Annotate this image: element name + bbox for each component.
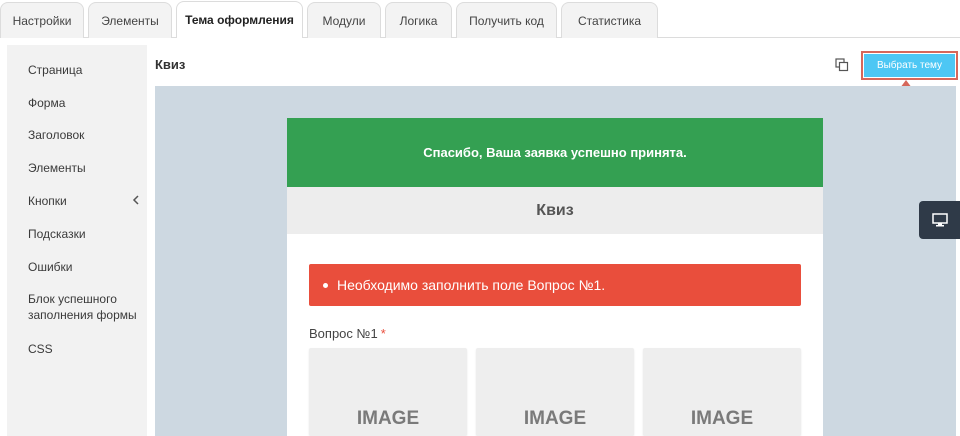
form-header: Квиз — [287, 187, 823, 234]
tab-label: Получить код — [469, 13, 544, 28]
image-option[interactable]: IMAGE — [476, 348, 634, 436]
monitor-icon — [931, 213, 948, 227]
error-alert: Необходимо заполнить поле Вопрос №1. — [309, 264, 801, 306]
question-text: Вопрос №1 — [309, 326, 378, 341]
success-message: Спасибо, Ваша заявка успешно принята. — [423, 145, 687, 160]
tab-label: Тема оформления — [185, 13, 294, 27]
form-preview: Спасибо, Ваша заявка успешно принята. Кв… — [287, 118, 823, 436]
page-title: Квиз — [155, 57, 186, 72]
tab-modules[interactable]: Модули — [307, 2, 381, 38]
tab-label: Логика — [399, 13, 438, 28]
image-option[interactable]: IMAGE — [643, 348, 801, 436]
sidebar-item-form[interactable]: Форма — [28, 95, 65, 111]
tab-elements[interactable]: Элементы — [88, 2, 172, 38]
bullet-icon — [323, 282, 328, 288]
image-placeholder-label: IMAGE — [523, 408, 587, 429]
required-mark: * — [380, 326, 386, 341]
tab-bar: Настройки Элементы Тема оформления Модул… — [0, 0, 960, 38]
sidebar: Страница Форма Заголовок Элементы Кнопки… — [7, 45, 147, 436]
sidebar-item-buttons[interactable]: Кнопки — [28, 193, 67, 209]
tab-logic[interactable]: Логика — [385, 2, 452, 38]
sidebar-item-page[interactable]: Страница — [28, 62, 82, 78]
question-label: Вопрос №1 * — [309, 326, 386, 341]
tab-get-code[interactable]: Получить код — [456, 2, 557, 38]
tab-settings[interactable]: Настройки — [0, 2, 84, 38]
sidebar-item-success-block[interactable]: Блок успешного заполнения формы — [28, 291, 138, 323]
image-placeholder-label: IMAGE — [356, 408, 420, 429]
error-message: Необходимо заполнить поле Вопрос №1. — [337, 277, 606, 293]
choose-theme-button[interactable]: Выбрать тему — [864, 54, 955, 77]
copy-icon[interactable] — [835, 58, 849, 72]
sidebar-item-css[interactable]: CSS — [28, 341, 53, 357]
tab-theme[interactable]: Тема оформления — [176, 1, 303, 38]
tab-label: Модули — [322, 13, 366, 28]
sidebar-item-elements[interactable]: Элементы — [28, 160, 86, 176]
image-option[interactable]: IMAGE — [309, 348, 467, 436]
sidebar-item-errors[interactable]: Ошибки — [28, 259, 73, 275]
tab-label: Настройки — [12, 13, 72, 28]
sidebar-item-hints[interactable]: Подсказки — [28, 226, 86, 242]
desktop-view-button[interactable] — [919, 201, 960, 239]
chevron-left-icon[interactable] — [132, 195, 140, 205]
form-title: Квиз — [536, 201, 574, 219]
tab-statistics[interactable]: Статистика — [561, 2, 658, 38]
sidebar-item-heading[interactable]: Заголовок — [28, 127, 84, 143]
image-placeholder-label: IMAGE — [690, 408, 754, 429]
tab-label: Элементы — [101, 13, 159, 28]
success-banner: Спасибо, Ваша заявка успешно принята. — [287, 118, 823, 187]
tab-label: Статистика — [577, 13, 642, 28]
